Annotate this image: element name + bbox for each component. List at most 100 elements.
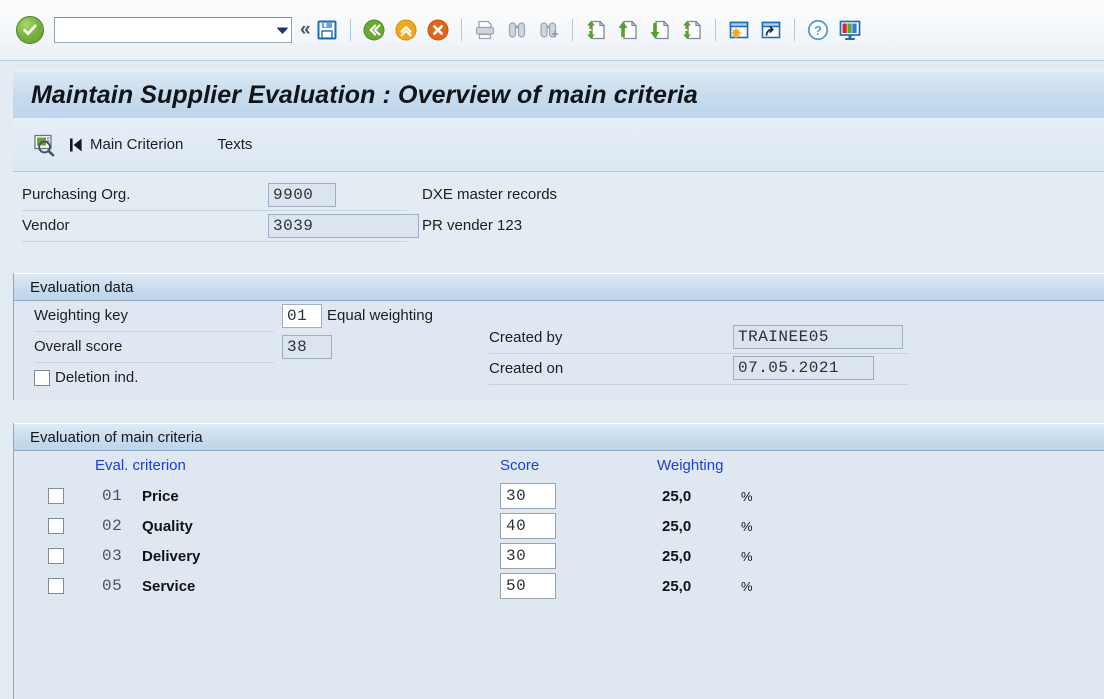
- percent-symbol: %: [741, 488, 753, 504]
- weighting-key-input[interactable]: 01: [282, 304, 322, 328]
- evaluation-data-left-column: Weighting key 01 Equal weighting Overall…: [34, 301, 489, 394]
- overview-icon[interactable]: [27, 128, 61, 162]
- table-header-row: Eval. criterion Score Weighting: [14, 451, 1104, 481]
- created-on-label: Created on: [489, 360, 564, 377]
- create-session-icon[interactable]: [723, 14, 755, 46]
- create-shortcut-icon[interactable]: [755, 14, 787, 46]
- criterion-code: 02: [102, 517, 123, 535]
- main-criterion-label: Main Criterion: [90, 136, 184, 153]
- score-input[interactable]: 50: [500, 573, 556, 599]
- criterion-code: 03: [102, 547, 123, 565]
- sap-gui-window: « ? Maintain Supplier Evaluation: Overv…: [0, 0, 1104, 699]
- criterion-code: 01: [102, 487, 123, 505]
- vendor-row: Vendor 3039 PR vender 123: [13, 211, 1104, 242]
- percent-symbol: %: [741, 518, 753, 534]
- toolbar-separator: [714, 19, 716, 41]
- weighting-key-description: Equal weighting: [327, 307, 433, 324]
- score-input[interactable]: 30: [500, 483, 556, 509]
- weighting-value: 25,0: [662, 517, 692, 535]
- row-select-checkbox[interactable]: [48, 488, 64, 504]
- key-fields-area: Purchasing Org. 9900 DXE master records …: [13, 180, 1104, 246]
- first-arrow-icon: [70, 138, 82, 151]
- score-input[interactable]: 30: [500, 543, 556, 569]
- texts-button[interactable]: Texts: [209, 130, 260, 160]
- row-select-checkbox[interactable]: [48, 578, 64, 594]
- criterion-name: Delivery: [142, 547, 201, 565]
- first-page-icon[interactable]: [580, 14, 612, 46]
- purchasing-org-label: Purchasing Org.: [22, 186, 131, 203]
- field-underline: [22, 241, 407, 242]
- main-criteria-title: Evaluation of main criteria: [30, 428, 203, 446]
- percent-symbol: %: [741, 548, 753, 564]
- purchasing-org-row: Purchasing Org. 9900 DXE master records: [13, 180, 1104, 211]
- evaluation-data-header: Evaluation data: [14, 273, 1104, 301]
- purchasing-org-description: DXE master records: [422, 186, 558, 203]
- texts-label: Texts: [217, 136, 253, 153]
- ok-enter-button[interactable]: [16, 16, 44, 44]
- find-next-icon[interactable]: [533, 14, 565, 46]
- weighting-key-label: Weighting key: [34, 307, 128, 324]
- field-underline: [489, 384, 909, 385]
- created-on-value: 07.05.2021: [733, 356, 874, 380]
- previous-page-icon[interactable]: [612, 14, 644, 46]
- table-row[interactable]: 05 Service 50 25,0 %: [14, 571, 1104, 601]
- command-input[interactable]: [55, 19, 273, 41]
- column-header-weighting: Weighting: [657, 457, 724, 474]
- overall-score-label: Overall score: [34, 338, 123, 355]
- created-on-row: Created on 07.05.2021: [489, 354, 909, 385]
- page-title-bar: Maintain Supplier Evaluation : Overview …: [13, 71, 1104, 118]
- row-select-checkbox[interactable]: [48, 518, 64, 534]
- main-criteria-table: Eval. criterion Score Weighting 01 Price…: [14, 451, 1104, 601]
- svg-text:?: ?: [814, 23, 822, 38]
- criterion-name: Price: [142, 487, 179, 505]
- main-criteria-header: Evaluation of main criteria: [14, 423, 1104, 451]
- print-icon[interactable]: [469, 14, 501, 46]
- weighting-value: 25,0: [662, 487, 692, 505]
- percent-symbol: %: [741, 578, 753, 594]
- exit-icon[interactable]: [390, 14, 422, 46]
- deletion-indicator-checkbox[interactable]: [34, 370, 50, 386]
- save-icon[interactable]: [311, 14, 343, 46]
- evaluation-data-title: Evaluation data: [30, 278, 134, 296]
- overall-score-value: 38: [282, 335, 332, 359]
- back-icon[interactable]: [358, 14, 390, 46]
- toolbar-separator: [793, 19, 795, 41]
- cancel-icon[interactable]: [422, 14, 454, 46]
- table-row[interactable]: 01 Price 30 25,0 %: [14, 481, 1104, 511]
- table-row[interactable]: 02 Quality 40 25,0 %: [14, 511, 1104, 541]
- help-icon[interactable]: ?: [802, 14, 834, 46]
- vendor-description: PR vender 123: [422, 217, 523, 234]
- application-toolbar: Main Criterion Texts: [13, 118, 1104, 172]
- chevron-down-icon[interactable]: [273, 18, 291, 42]
- created-by-value: TRAINEE05: [733, 325, 903, 349]
- score-input[interactable]: 40: [500, 513, 556, 539]
- created-by-label: Created by: [489, 329, 563, 346]
- table-row[interactable]: 03 Delivery 30 25,0 %: [14, 541, 1104, 571]
- deletion-indicator-label: Deletion ind.: [55, 369, 139, 386]
- row-select-checkbox[interactable]: [48, 548, 64, 564]
- weighting-value: 25,0: [662, 577, 692, 595]
- vendor-input[interactable]: 3039: [268, 214, 419, 238]
- weighting-value: 25,0: [662, 547, 692, 565]
- deletion-indicator-row: Deletion ind.: [34, 363, 489, 394]
- evaluation-data-right-column: Created by TRAINEE05 Created on 07.05.20…: [489, 323, 909, 385]
- main-criterion-button[interactable]: Main Criterion: [61, 130, 191, 160]
- customize-layout-icon[interactable]: [834, 14, 866, 46]
- overall-score-row: Overall score 38: [34, 332, 489, 363]
- main-criteria-body: Eval. criterion Score Weighting 01 Price…: [14, 451, 1104, 698]
- last-page-icon[interactable]: [676, 14, 708, 46]
- purchasing-org-input[interactable]: 9900: [268, 183, 336, 207]
- command-field-wrapper[interactable]: [54, 17, 292, 43]
- toolbar-separator: [349, 19, 351, 41]
- vendor-label: Vendor: [22, 217, 70, 234]
- column-header-score: Score: [500, 457, 540, 474]
- evaluation-data-body: Weighting key 01 Equal weighting Overall…: [14, 301, 1104, 399]
- collapse-toolbar-icon[interactable]: «: [300, 19, 310, 41]
- next-page-icon[interactable]: [644, 14, 676, 46]
- criterion-code: 05: [102, 577, 123, 595]
- find-icon[interactable]: [501, 14, 533, 46]
- toolbar-separator: [571, 19, 573, 41]
- toolbar-separator: [460, 19, 462, 41]
- created-by-row: Created by TRAINEE05: [489, 323, 909, 354]
- criterion-name: Service: [142, 577, 196, 595]
